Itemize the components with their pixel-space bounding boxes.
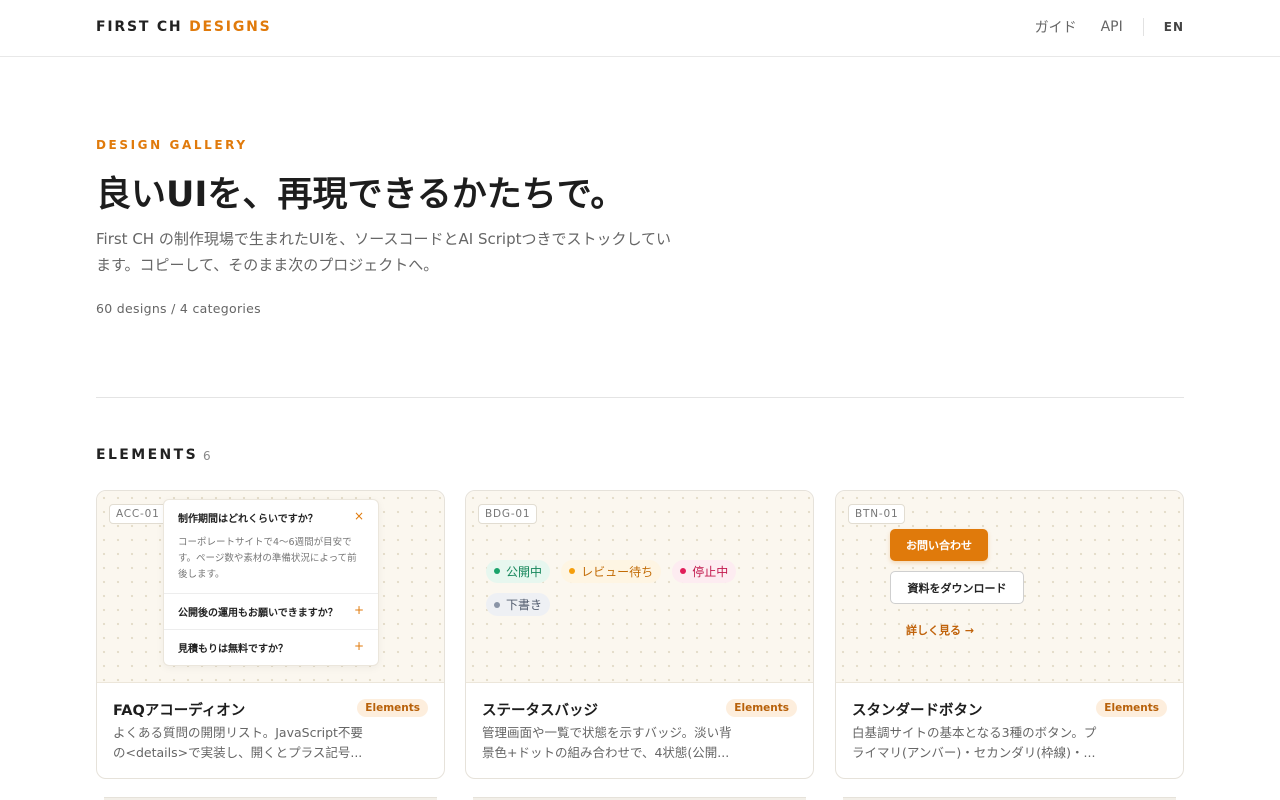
faq-item[interactable]: 見積もりは無料ですか？ +: [164, 630, 378, 665]
faq-accordion: 制作期間はどれくらいですか？ × コーポレートサイトで4〜6週間が目安です。ペー…: [163, 499, 379, 666]
status-badge-draft: 下書き: [486, 593, 551, 616]
logo-accent: DESIGNS: [189, 19, 272, 35]
card-preview: BTN-01 お問い合わせ 資料をダウンロード 詳しく見る →: [836, 491, 1183, 683]
badge-label: 公開中: [506, 564, 543, 579]
card-title[interactable]: スタンダードボタン: [852, 699, 983, 720]
section-count: 6: [203, 449, 211, 463]
section-divider: [96, 397, 1184, 398]
status-badge-stopped: 停止中: [672, 559, 737, 583]
primary-button[interactable]: お問い合わせ: [890, 529, 988, 561]
close-icon[interactable]: ×: [354, 509, 364, 523]
card-description: よくある質問の開閉リスト。JavaScript不要の<details>で実装し、…: [113, 725, 363, 760]
logo-main: FIRST CH: [96, 19, 183, 35]
design-card-accordion[interactable]: ACC-01 制作期間はどれくらいですか？ × コーポレートサイトで4〜6週間が…: [96, 490, 445, 779]
category-tag: Elements: [357, 699, 428, 717]
card-code: BTN-01: [848, 504, 906, 524]
status-dot-icon: [569, 568, 576, 574]
status-dot-icon: [494, 568, 500, 574]
secondary-button[interactable]: 資料をダウンロード: [890, 571, 1024, 604]
main-nav: ガイド API EN: [1011, 17, 1184, 37]
plus-icon[interactable]: +: [354, 603, 364, 617]
section-title: ELEMENTS: [96, 447, 199, 463]
text-link-button[interactable]: 詳しく見る →: [906, 622, 974, 638]
faq-item[interactable]: 公開後の運用もお願いできますか？ +: [164, 594, 378, 630]
card-preview: BDG-01 公開中 レビュー待ち 停止中 下書き: [466, 491, 813, 683]
language-switch[interactable]: EN: [1164, 20, 1184, 34]
hero-title: 良いUIを、再現できるかたちで。: [96, 175, 626, 215]
design-count: 60 designs / 4 categories: [96, 301, 261, 316]
faq-answer: コーポレートサイトで4〜6週間が目安です。ページ数や素材の準備状況によって前後し…: [178, 537, 357, 580]
faq-question: 公開後の運用もお願いできますか？: [178, 608, 338, 619]
hero-description: First CH の制作現場で生まれたUIを、ソースコードとAI Scriptつ…: [96, 230, 672, 274]
faq-item[interactable]: 制作期間はどれくらいですか？ × コーポレートサイトで4〜6週間が目安です。ペー…: [164, 500, 378, 594]
badge-label: 停止中: [692, 564, 729, 579]
card-code: BDG-01: [478, 504, 538, 524]
category-tag: Elements: [1096, 699, 1167, 717]
card-description: 管理画面や一覧で状態を示すバッジ。淡い背景色+ドットの組み合わせで、4状態(公開…: [482, 725, 732, 760]
nav-link-guide[interactable]: ガイド: [1035, 17, 1077, 37]
card-description: 白基調サイトの基本となる3種のボタン。プライマリ(アンバー)・セカンダリ(枠線)…: [852, 725, 1097, 760]
faq-question: 見積もりは無料ですか？: [178, 644, 288, 655]
status-dot-icon: [680, 568, 687, 574]
design-card-standard-button[interactable]: BTN-01 お問い合わせ 資料をダウンロード 詳しく見る → スタンダードボタ…: [835, 490, 1184, 779]
card-title[interactable]: ステータスバッジ: [482, 699, 598, 720]
design-card-status-badge[interactable]: BDG-01 公開中 レビュー待ち 停止中 下書き ステータスバッジ Eleme…: [465, 490, 814, 779]
status-badge-published: 公開中: [486, 559, 551, 583]
nav-link-api[interactable]: API: [1101, 19, 1123, 35]
card-title[interactable]: FAQアコーディオン: [113, 699, 245, 720]
badge-label: 下書き: [506, 598, 543, 612]
status-badge-review: レビュー待ち: [561, 559, 662, 583]
hero-eyebrow: DESIGN GALLERY: [96, 138, 248, 152]
status-dot-icon: [494, 601, 500, 608]
site-logo[interactable]: FIRST CH DESIGNS: [96, 19, 272, 35]
card-code: ACC-01: [109, 504, 167, 524]
site-header: FIRST CH DESIGNS ガイド API EN: [0, 0, 1280, 57]
plus-icon[interactable]: +: [354, 639, 364, 653]
card-preview: ACC-01 制作期間はどれくらいですか？ × コーポレートサイトで4〜6週間が…: [97, 491, 444, 683]
category-tag: Elements: [726, 699, 797, 717]
badge-label: レビュー待ち: [581, 564, 654, 579]
badge-group: 公開中 レビュー待ち 停止中 下書き: [486, 559, 786, 626]
faq-question: 制作期間はどれくらいですか？: [178, 514, 318, 525]
nav-divider: [1142, 18, 1144, 36]
